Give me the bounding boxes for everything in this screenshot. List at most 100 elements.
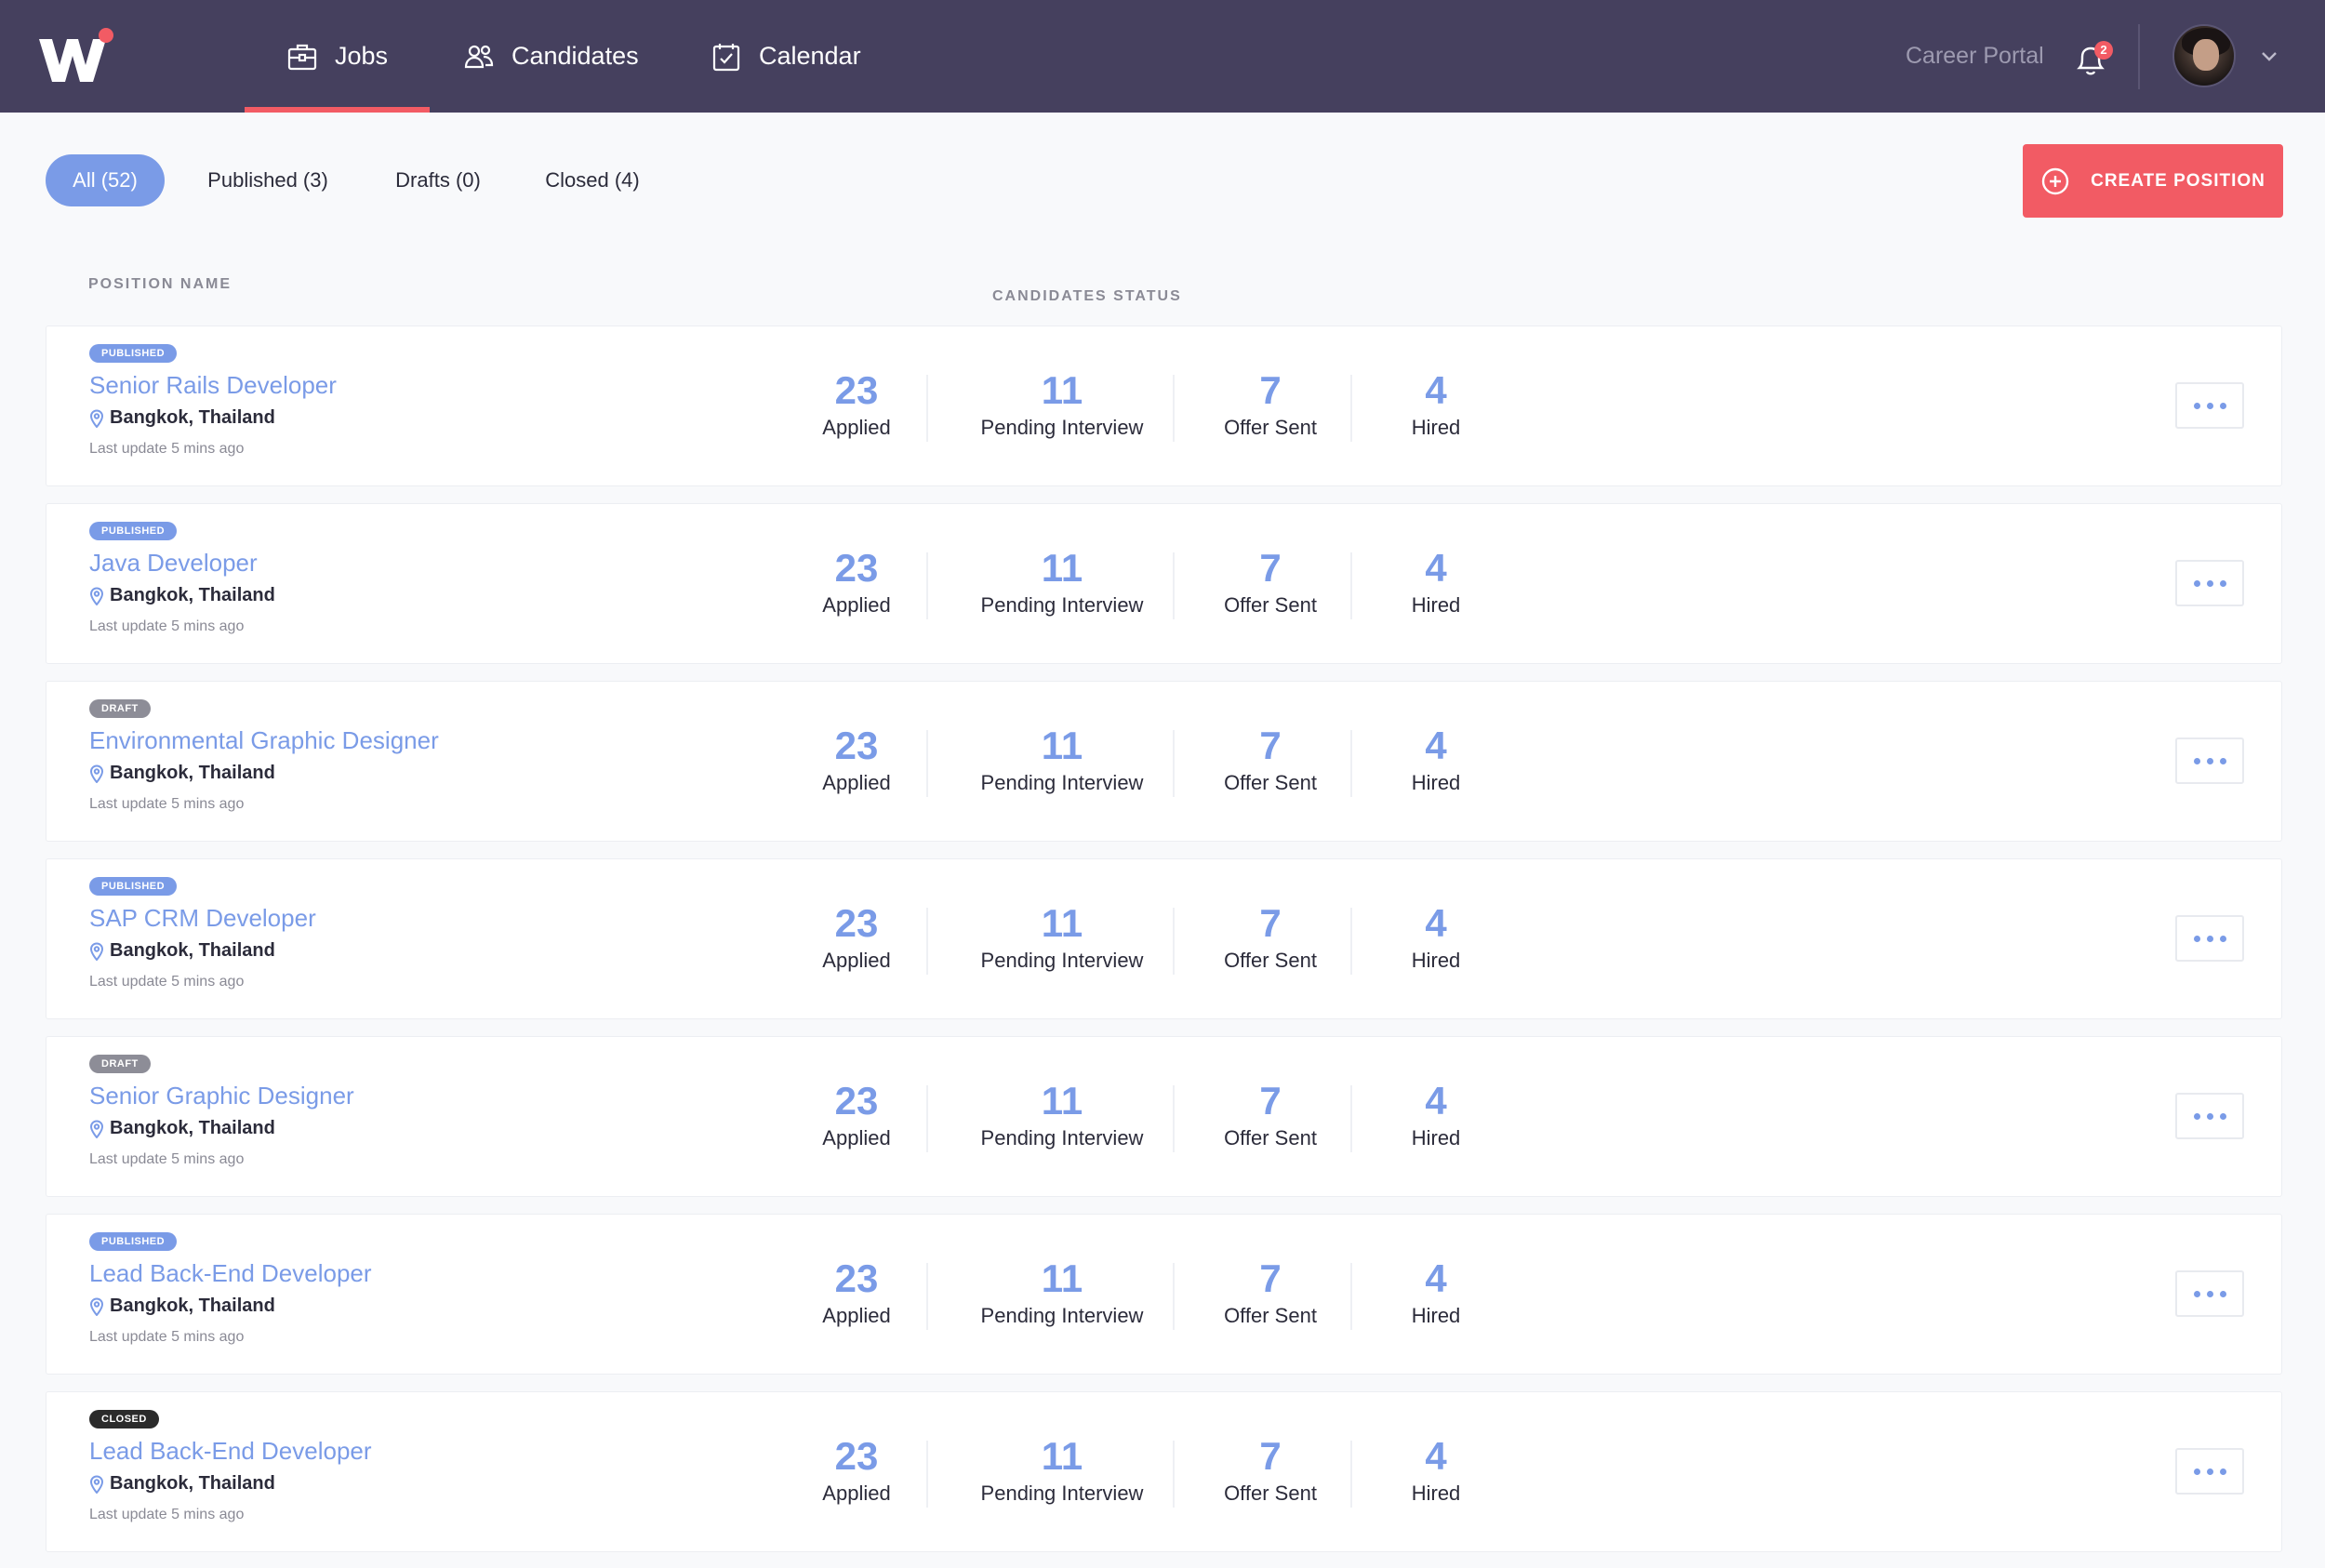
stat-pending-label: Pending Interview bbox=[980, 416, 1144, 439]
stat-pending-count: 11 bbox=[1041, 1434, 1083, 1478]
position-row[interactable]: CLOSED Lead Back-End Developer Bangkok, Th… bbox=[46, 1391, 2282, 1552]
more-options-button[interactable] bbox=[2175, 1270, 2244, 1317]
stat-pending-interview[interactable]: 11 Pending Interview bbox=[981, 1078, 1144, 1150]
create-position-button[interactable]: CREATE POSITION bbox=[2023, 144, 2283, 218]
stat-offer-sent[interactable]: 7 Offer Sent bbox=[1224, 367, 1317, 440]
notification-count-badge: 2 bbox=[2094, 41, 2113, 60]
nav-tab-calendar[interactable]: Calendar bbox=[711, 0, 861, 113]
stat-applied[interactable]: 23 Applied bbox=[822, 1256, 890, 1328]
more-options-button[interactable] bbox=[2175, 737, 2244, 784]
dot-icon bbox=[2193, 1112, 2200, 1120]
position-title-link[interactable]: SAP CRM Developer bbox=[89, 904, 316, 933]
stat-hired[interactable]: 4 Hired bbox=[1412, 1078, 1461, 1150]
stat-pending-interview[interactable]: 11 Pending Interview bbox=[981, 367, 1144, 440]
dot-icon bbox=[2206, 1290, 2213, 1297]
position-title-link[interactable]: Lead Back-End Developer bbox=[89, 1437, 372, 1466]
stat-applied-count: 23 bbox=[834, 901, 879, 945]
chevron-down-icon[interactable] bbox=[2260, 50, 2278, 63]
position-row[interactable]: PUBLISHED SAP CRM Developer Bangkok, Thail… bbox=[46, 858, 2282, 1019]
stat-hired-count: 4 bbox=[1425, 546, 1447, 590]
more-options-button[interactable] bbox=[2175, 915, 2244, 962]
stat-hired[interactable]: 4 Hired bbox=[1412, 900, 1461, 973]
nav-tab-label: Jobs bbox=[335, 42, 389, 70]
stat-applied[interactable]: 23 Applied bbox=[822, 367, 890, 440]
stat-hired[interactable]: 4 Hired bbox=[1412, 367, 1461, 440]
stat-offer-sent[interactable]: 7 Offer Sent bbox=[1224, 1256, 1317, 1328]
stat-divider bbox=[1350, 375, 1352, 442]
stat-divider bbox=[1173, 730, 1175, 797]
user-avatar[interactable] bbox=[2172, 24, 2236, 87]
stat-hired[interactable]: 4 Hired bbox=[1412, 1256, 1461, 1328]
stat-pending-interview[interactable]: 11 Pending Interview bbox=[981, 723, 1144, 795]
location-pin-icon bbox=[89, 764, 104, 783]
more-options-button[interactable] bbox=[2175, 1093, 2244, 1139]
stat-hired-label: Hired bbox=[1411, 1126, 1461, 1149]
filter-tab-published[interactable]: Published (3) bbox=[186, 154, 350, 206]
stat-applied-count: 23 bbox=[834, 546, 879, 590]
stat-hired[interactable]: 4 Hired bbox=[1412, 1433, 1461, 1506]
filter-tab-all[interactable]: All (52) bbox=[46, 154, 165, 206]
stat-pending-label: Pending Interview bbox=[980, 949, 1144, 972]
stat-offer-sent[interactable]: 7 Offer Sent bbox=[1224, 545, 1317, 618]
position-row[interactable]: PUBLISHED Java Developer Bangkok, Thailand… bbox=[46, 503, 2282, 664]
position-row[interactable]: DRAFT Senior Graphic Designer Bangkok, Tha… bbox=[46, 1036, 2282, 1197]
stat-applied[interactable]: 23 Applied bbox=[822, 1078, 890, 1150]
location-label: Bangkok, Thailand bbox=[110, 1118, 275, 1138]
stat-applied[interactable]: 23 Applied bbox=[822, 1433, 890, 1506]
stat-applied-count: 23 bbox=[834, 1256, 879, 1300]
stat-divider bbox=[926, 730, 928, 797]
stat-applied-label: Applied bbox=[822, 1482, 891, 1505]
position-row[interactable]: PUBLISHED Senior Rails Developer Bangkok, … bbox=[46, 326, 2282, 486]
stat-offer-label: Offer Sent bbox=[1224, 1126, 1317, 1149]
stat-pending-interview[interactable]: 11 Pending Interview bbox=[981, 900, 1144, 973]
position-title-link[interactable]: Senior Graphic Designer bbox=[89, 1082, 354, 1110]
dot-icon bbox=[2193, 579, 2200, 587]
nav-tab-candidates[interactable]: Candidates bbox=[463, 0, 639, 113]
dot-icon bbox=[2206, 935, 2213, 942]
more-options-button[interactable] bbox=[2175, 1448, 2244, 1495]
stat-pending-interview[interactable]: 11 Pending Interview bbox=[981, 1433, 1144, 1506]
stat-pending-interview[interactable]: 11 Pending Interview bbox=[981, 545, 1144, 618]
stat-hired[interactable]: 4 Hired bbox=[1412, 723, 1461, 795]
filter-tab-drafts[interactable]: Drafts (0) bbox=[378, 154, 498, 206]
stat-offer-sent[interactable]: 7 Offer Sent bbox=[1224, 900, 1317, 973]
stat-offer-sent[interactable]: 7 Offer Sent bbox=[1224, 1433, 1317, 1506]
status-badge: PUBLISHED bbox=[89, 1232, 178, 1251]
status-badge: CLOSED bbox=[89, 1410, 159, 1428]
position-title-link[interactable]: Senior Rails Developer bbox=[89, 371, 337, 400]
nav-tab-jobs[interactable]: Jobs bbox=[245, 0, 431, 113]
stat-offer-count: 7 bbox=[1259, 368, 1282, 412]
stat-pending-count: 11 bbox=[1041, 1256, 1083, 1300]
stat-pending-count: 11 bbox=[1041, 546, 1083, 590]
stat-pending-count: 11 bbox=[1041, 368, 1083, 412]
dot-icon bbox=[2193, 1468, 2200, 1475]
stat-applied-label: Applied bbox=[822, 416, 891, 439]
position-row[interactable]: PUBLISHED Lead Back-End Developer Bangkok,… bbox=[46, 1214, 2282, 1375]
dot-icon bbox=[2206, 402, 2213, 409]
stat-offer-sent[interactable]: 7 Offer Sent bbox=[1224, 1078, 1317, 1150]
stat-offer-label: Offer Sent bbox=[1224, 771, 1317, 794]
filter-tab-closed[interactable]: Closed (4) bbox=[526, 154, 658, 206]
column-header-candidates-status: CANDIDATES STATUS bbox=[992, 288, 1182, 304]
position-title-link[interactable]: Environmental Graphic Designer bbox=[89, 726, 439, 755]
more-options-button[interactable] bbox=[2175, 382, 2244, 429]
stat-applied[interactable]: 23 Applied bbox=[822, 545, 890, 618]
position-row[interactable]: DRAFT Environmental Graphic Designer Bangk… bbox=[46, 681, 2282, 842]
stat-hired[interactable]: 4 Hired bbox=[1412, 545, 1461, 618]
location-label: Bangkok, Thailand bbox=[110, 1296, 275, 1316]
position-title-link[interactable]: Java Developer bbox=[89, 549, 258, 578]
stat-offer-sent[interactable]: 7 Offer Sent bbox=[1224, 723, 1317, 795]
stat-pending-count: 11 bbox=[1041, 901, 1083, 945]
stat-pending-interview[interactable]: 11 Pending Interview bbox=[981, 1256, 1144, 1328]
last-update-text: Last update 5 mins ago bbox=[89, 618, 245, 634]
stat-applied[interactable]: 23 Applied bbox=[822, 723, 890, 795]
workable-logo-icon[interactable] bbox=[39, 28, 115, 86]
stat-applied[interactable]: 23 Applied bbox=[822, 900, 890, 973]
career-portal-link[interactable]: Career Portal bbox=[1906, 43, 2044, 70]
stat-offer-label: Offer Sent bbox=[1224, 1304, 1317, 1327]
last-update-text: Last update 5 mins ago bbox=[89, 1329, 245, 1345]
more-options-button[interactable] bbox=[2175, 560, 2244, 606]
location: Bangkok, Thailand bbox=[89, 1296, 275, 1317]
location: Bangkok, Thailand bbox=[89, 1473, 275, 1495]
position-title-link[interactable]: Lead Back-End Developer bbox=[89, 1259, 372, 1288]
